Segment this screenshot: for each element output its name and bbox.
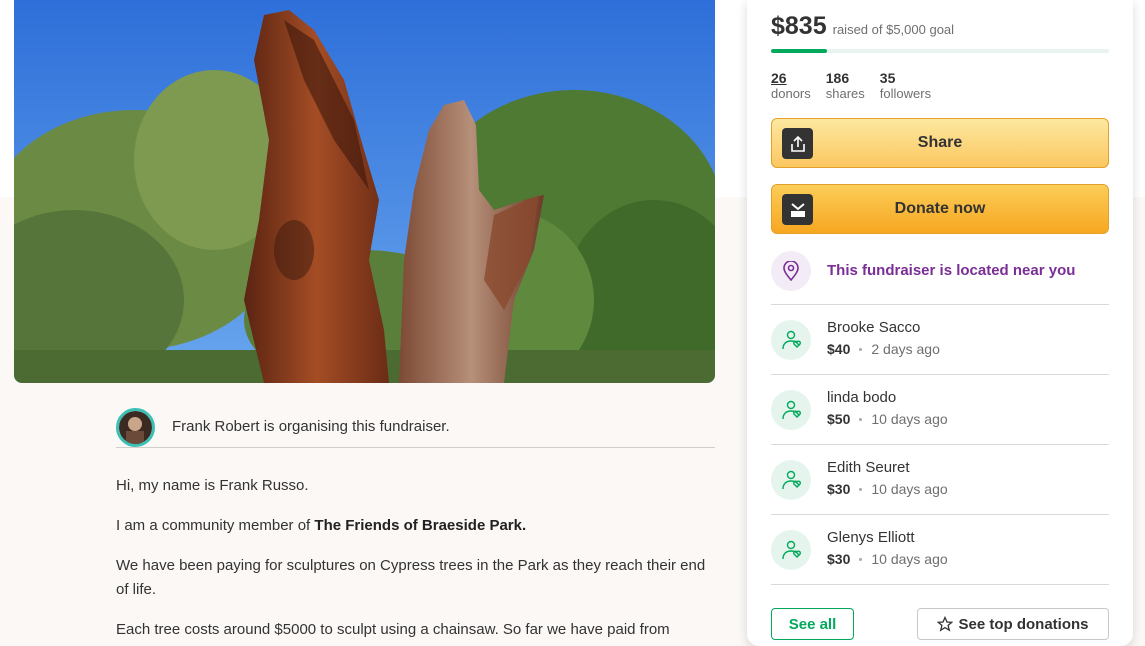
donation-sidebar: $835 raised of $5,000 goal 26 donors 186… bbox=[747, 0, 1133, 646]
story-paragraph: I am a community member of The Friends o… bbox=[116, 514, 715, 538]
donor-name: Brooke Sacco bbox=[827, 319, 921, 336]
raised-goal: raised of $5,000 goal bbox=[832, 22, 955, 37]
story-paragraph: We have been paying for sculptures on Cy… bbox=[116, 557, 706, 598]
progress-bar bbox=[771, 49, 1109, 53]
see-top-label: See top donations bbox=[958, 615, 1089, 633]
donate-now-button[interactable]: Donate now bbox=[771, 184, 1109, 234]
location-notice: This fundraiser is located near you bbox=[771, 251, 1109, 305]
stat-shares: 186 shares bbox=[826, 70, 865, 102]
location-text: This fundraiser is located near you bbox=[827, 262, 1076, 279]
stat-followers: 35 followers bbox=[880, 70, 931, 102]
organiser-row: Frank Robert is organising this fundrais… bbox=[116, 408, 715, 448]
donor-name: Glenys Elliott bbox=[827, 529, 915, 546]
followers-label: followers bbox=[879, 86, 932, 101]
story-text: I am a community member of bbox=[116, 517, 315, 534]
donor-name: Edith Seuret bbox=[827, 459, 910, 476]
donor-heart-hand-icon bbox=[771, 460, 811, 500]
donor-heart-hand-icon bbox=[771, 320, 811, 360]
donation-time: 2 days ago bbox=[871, 341, 940, 357]
see-all-button[interactable]: See all bbox=[771, 608, 854, 640]
donor-heart-hand-icon bbox=[771, 530, 811, 570]
fundraiser-hero-image bbox=[14, 0, 715, 383]
shares-count: 186 bbox=[825, 70, 850, 86]
donation-time: 10 days ago bbox=[871, 411, 948, 427]
raised-summary: $835 raised of $5,000 goal bbox=[771, 12, 954, 41]
donation-item: linda bodo $50 10 days ago bbox=[771, 375, 1109, 445]
followers-count: 35 bbox=[879, 70, 896, 86]
raised-amount: $835 bbox=[771, 12, 827, 40]
donor-name: linda bodo bbox=[827, 389, 897, 406]
donation-time: 10 days ago bbox=[871, 481, 948, 497]
donation-time: 10 days ago bbox=[871, 551, 948, 567]
see-top-donations-button[interactable]: See top donations bbox=[917, 608, 1109, 640]
story-bold-text: The Friends of Braeside Park. bbox=[314, 517, 527, 534]
donation-amount: $50 bbox=[827, 411, 851, 427]
donor-heart-hand-icon bbox=[771, 390, 811, 430]
organiser-text: Frank Robert is organising this fundrais… bbox=[172, 418, 450, 435]
donation-item: Edith Seuret $30 10 days ago bbox=[771, 445, 1109, 515]
organiser-avatar[interactable] bbox=[116, 408, 155, 447]
donation-item: Brooke Sacco $40 2 days ago bbox=[771, 305, 1109, 375]
share-button[interactable]: Share bbox=[771, 118, 1109, 168]
donation-amount: $30 bbox=[827, 551, 851, 567]
recent-donations-list: Brooke Sacco $40 2 days ago linda bodo $5… bbox=[771, 305, 1109, 585]
story-paragraph: Each tree costs around $5000 to sculpt u… bbox=[116, 621, 670, 638]
progress-fill bbox=[771, 49, 828, 53]
donation-amount: $30 bbox=[827, 481, 851, 497]
share-upload-icon bbox=[782, 128, 813, 159]
fundraiser-story: Hi, my name is Frank Russo. I am a commu… bbox=[116, 474, 715, 646]
share-label: Share bbox=[917, 134, 963, 151]
story-paragraph: Hi, my name is Frank Russo. bbox=[116, 477, 309, 494]
gofundme-logo-icon bbox=[782, 194, 813, 225]
donate-label: Donate now bbox=[894, 200, 986, 217]
location-pin-icon bbox=[771, 251, 811, 291]
donation-amount: $40 bbox=[827, 341, 851, 357]
stats-row: 26 donors 186 shares 35 followers bbox=[771, 70, 946, 102]
donors-label: donors bbox=[771, 86, 811, 101]
donors-count[interactable]: 26 bbox=[771, 70, 811, 86]
donation-item: Glenys Elliott $30 10 days ago bbox=[771, 515, 1109, 585]
stat-donors[interactable]: 26 donors bbox=[771, 70, 811, 102]
shares-label: shares bbox=[825, 86, 865, 101]
star-icon bbox=[937, 616, 954, 632]
